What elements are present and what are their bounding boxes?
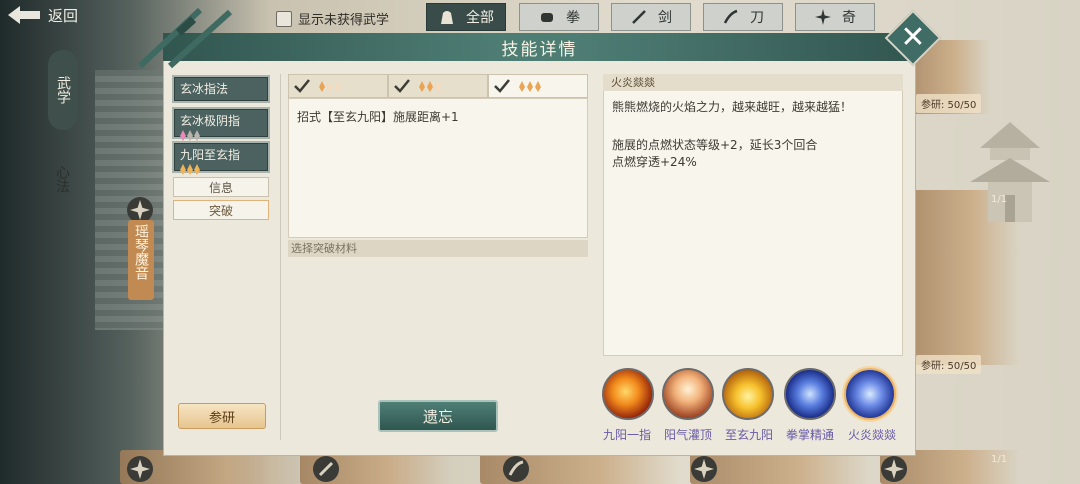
nav-xinfa-label: 心法 xyxy=(54,165,70,193)
sub-skill-icon[interactable] xyxy=(602,368,654,420)
checkmark-icon xyxy=(294,79,310,93)
show-unowned-label: 显示未获得武学 xyxy=(298,13,390,28)
tab-breakthrough-label: 突破 xyxy=(208,203,233,218)
tab-info[interactable]: 信息 xyxy=(173,177,269,197)
rank-tab[interactable] xyxy=(388,74,488,98)
feather-icon xyxy=(319,80,325,92)
skill-name: 玄冰极阴指 xyxy=(180,114,241,128)
back-label: 返回 xyxy=(48,6,79,25)
fist-icon xyxy=(541,13,553,22)
material-section-label: 选择突破材料 xyxy=(288,240,588,257)
tab-all-label: 全部 xyxy=(466,10,494,26)
checkbox[interactable] xyxy=(276,10,292,27)
rank-tab[interactable] xyxy=(288,74,388,98)
feather-icon xyxy=(335,80,341,92)
pagoda-illustration xyxy=(970,122,1050,222)
background-research-count: 参研: 50/50 xyxy=(916,355,982,374)
checkmark-icon xyxy=(394,79,410,93)
sword-ornament-icon xyxy=(137,8,233,69)
dialog-header: 技能详情 xyxy=(163,33,916,61)
feather-icon xyxy=(187,164,193,175)
sub-skill-label: 至玄九阳 xyxy=(724,428,773,442)
effect-title: 火炎燚燚 xyxy=(603,74,903,91)
bag-icon xyxy=(441,11,453,24)
sub-skill-icon[interactable] xyxy=(662,368,714,420)
nav-xinfa[interactable]: 心法 xyxy=(52,165,72,198)
feather-icon xyxy=(194,164,200,175)
rank-feathers xyxy=(180,164,262,175)
effect-description-box xyxy=(603,74,903,356)
effect-line: 施展的点燃状态等级+2，延长3个回合 xyxy=(612,138,818,152)
blade-icon xyxy=(503,456,529,482)
nav-wuxue[interactable]: 武学 xyxy=(48,50,78,130)
tab-sword[interactable]: 剑 xyxy=(611,3,691,31)
forget-button-label: 遗忘 xyxy=(422,407,453,426)
checkmark-icon xyxy=(494,79,510,93)
shuriken-icon xyxy=(881,456,907,482)
divider xyxy=(280,74,281,440)
background-research-count: 参研: 50/50 xyxy=(916,94,982,113)
tab-fist-label: 拳 xyxy=(566,10,580,26)
back-button[interactable]: 返回 xyxy=(6,4,78,26)
rank-feathers xyxy=(419,80,441,92)
tab-breakthrough[interactable]: 突破 xyxy=(173,200,269,220)
effect-line: 点燃穿透+24% xyxy=(612,155,697,169)
rank-tab-selected[interactable] xyxy=(488,74,588,98)
tab-blade[interactable]: 刀 xyxy=(703,3,783,31)
sub-skill-label: 阳气灌顶 xyxy=(663,428,712,442)
feather-icon xyxy=(435,80,441,92)
background-owned-count: 1/1 xyxy=(991,194,1008,205)
dialog-title: 技能详情 xyxy=(501,39,578,60)
feather-icon xyxy=(180,164,186,175)
close-icon[interactable]: ✕ xyxy=(893,18,933,58)
sub-skill-label: 拳掌精通 xyxy=(785,428,834,442)
skill-list-item[interactable]: 玄冰指法 xyxy=(172,75,270,103)
tab-sword-label: 剑 xyxy=(658,10,672,26)
sub-skill-icon[interactable] xyxy=(784,368,836,420)
tab-blade-label: 刀 xyxy=(750,10,764,26)
feather-icon xyxy=(180,130,186,141)
shuriken-icon xyxy=(691,456,717,482)
tab-info-label: 信息 xyxy=(208,180,233,195)
tab-all[interactable]: 全部 xyxy=(426,3,506,31)
rank-feathers xyxy=(519,80,541,92)
show-unowned-toggle[interactable]: 显示未获得武学 xyxy=(276,9,389,28)
rank-feathers xyxy=(319,80,341,92)
skill-list-item-selected[interactable]: 九阳至玄指 xyxy=(172,141,270,175)
research-button[interactable]: 参研 xyxy=(178,403,266,429)
shuriken-icon xyxy=(815,9,831,25)
feather-icon xyxy=(519,80,525,92)
shuriken-icon xyxy=(127,456,153,482)
feather-icon xyxy=(187,130,193,141)
sub-skill-label: 九阳一指 xyxy=(602,428,651,442)
nav-wuxue-label: 武学 xyxy=(55,76,71,104)
breakthrough-rank-tabs xyxy=(288,74,588,98)
feather-icon xyxy=(327,80,333,92)
breakthrough-description: 招式【至玄九阳】施展距离+1 xyxy=(297,110,459,124)
skill-list-item[interactable]: 玄冰极阴指 xyxy=(172,107,270,141)
feather-icon xyxy=(419,80,425,92)
effect-line: 熊熊燃烧的火焰之力，越来越旺，越来越猛！ xyxy=(612,100,853,114)
background-skill-name: 瑶琴魔音 xyxy=(128,220,154,300)
rank-feathers xyxy=(180,130,262,141)
research-button-label: 参研 xyxy=(208,410,235,426)
sub-skill-icon[interactable] xyxy=(722,368,774,420)
tab-special-label: 奇 xyxy=(842,10,856,26)
forget-button[interactable]: 遗忘 xyxy=(378,400,498,432)
feather-icon xyxy=(194,130,200,141)
skill-name: 玄冰指法 xyxy=(180,82,229,96)
tab-special[interactable]: 奇 xyxy=(795,3,875,31)
sub-skill-icon-selected[interactable] xyxy=(844,368,896,420)
back-arrow-icon xyxy=(8,6,40,24)
blade-icon xyxy=(723,9,738,24)
sub-skill-label: 火炎燚燚 xyxy=(847,428,896,442)
feather-icon xyxy=(427,80,433,92)
feather-icon xyxy=(535,80,541,92)
background-owned-count: 1/1 xyxy=(991,454,1008,465)
tab-fist[interactable]: 拳 xyxy=(519,3,599,31)
feather-icon xyxy=(527,80,533,92)
sword-icon xyxy=(313,456,339,482)
sword-icon xyxy=(632,10,646,24)
skill-name: 九阳至玄指 xyxy=(180,148,241,162)
